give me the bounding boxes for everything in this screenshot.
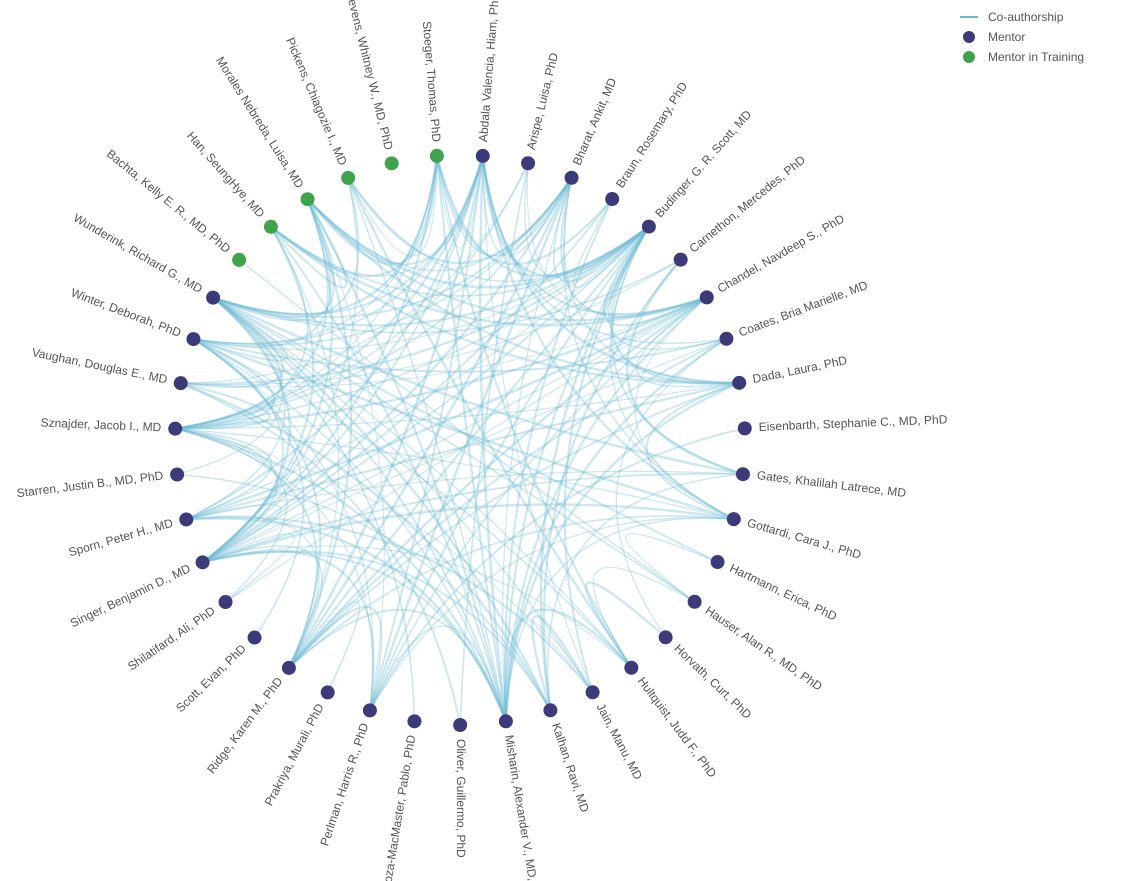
node-mentor[interactable] — [186, 332, 200, 346]
legend-mentor: Mentor — [963, 30, 1025, 44]
node-label: Oliver, Guillermo, PhD — [454, 739, 468, 858]
node-mentor[interactable] — [727, 512, 741, 526]
node-mentor[interactable] — [674, 253, 688, 267]
coauthorship-edge — [647, 383, 740, 519]
node-label: Sznajder, Jacob I., MD — [40, 416, 162, 435]
node-mentor[interactable] — [282, 661, 296, 675]
node-mentor[interactable] — [196, 555, 210, 569]
node-label: Gates, Khalilah Latrece, MD — [756, 468, 907, 500]
node-label: Pickens, Chiagozie I., MD — [283, 36, 350, 168]
node-mentor[interactable] — [499, 714, 513, 728]
node-mentor[interactable] — [168, 422, 182, 436]
node-label: Chandel, Navdeep S., PhD — [715, 211, 847, 295]
node-label: Bharat, Ankit, MD — [570, 76, 620, 168]
node-mentor[interactable] — [605, 192, 619, 206]
node-label: Han, SeungHye, MD — [184, 129, 268, 221]
node-label: Arispe, Luisa, PhD — [524, 51, 561, 151]
node-mentor[interactable] — [700, 290, 714, 304]
node-mentor[interactable] — [521, 156, 535, 170]
node-label: Ridge, Karen M., PhD — [204, 674, 285, 776]
node-trainee[interactable] — [430, 149, 444, 163]
node-mentor[interactable] — [732, 376, 746, 390]
node-label: Braun, Rosemary, PhD — [613, 79, 690, 190]
node-mentor[interactable] — [688, 595, 702, 609]
node-mentor[interactable] — [170, 468, 184, 482]
node-mentor[interactable] — [321, 685, 335, 699]
node-mentor[interactable] — [586, 685, 600, 699]
node-label: Scott, Evan, PhD — [173, 641, 249, 715]
node-label: Starren, Justin B., MD, PhD — [16, 468, 164, 500]
node-mentor[interactable] — [711, 555, 725, 569]
node-mentor[interactable] — [453, 718, 467, 732]
node-trainee[interactable] — [264, 220, 278, 234]
node-label: Stoeger, Thomas, PhD — [420, 21, 444, 143]
coauthorship-network: Abdala Valencia, Hiam, PhD Arispe, Luisa,… — [0, 0, 1126, 881]
node-label: Eisenbarth, Stephanie C., MD, PhD — [758, 412, 948, 434]
node-label: Kalhan, Ravi, MD — [549, 721, 592, 814]
node-mentor[interactable] — [476, 149, 490, 163]
legend-edge-label: Co-authorship — [988, 10, 1064, 24]
node-label: Perlman, Harris R., PhD — [317, 721, 371, 848]
node-label: Penaloza-MacMaster, Pablo, PhD — [376, 734, 419, 881]
node-label: Dada, Laura, PhD — [751, 353, 848, 386]
node-mentor[interactable] — [738, 421, 752, 435]
node-mentor[interactable] — [363, 703, 377, 717]
node-label: Singer, Benjamin D., MD — [68, 561, 193, 630]
labels-layer: Abdala Valencia, Hiam, PhD Arispe, Luisa,… — [16, 0, 948, 881]
legend-trainee: Mentor in Training — [963, 50, 1084, 64]
legend-mentor-label: Mentor — [988, 30, 1025, 44]
node-mentor[interactable] — [206, 291, 220, 305]
node-mentor[interactable] — [565, 171, 579, 185]
node-mentor[interactable] — [219, 595, 233, 609]
node-label: Hultquist, Judd F., PhD — [635, 674, 720, 780]
node-label: Sporn, Peter H., MD — [67, 516, 175, 560]
node-label: Vaughan, Douglas E., MD — [31, 345, 169, 386]
coauthorship-edge — [635, 297, 734, 519]
node-mentor[interactable] — [543, 703, 557, 717]
node-mentor[interactable] — [659, 630, 673, 644]
node-mentor[interactable] — [248, 631, 262, 645]
node-label: Shilatifard, Ali, PhD — [125, 603, 218, 673]
legend-trainee-icon — [963, 51, 975, 63]
node-mentor[interactable] — [736, 467, 750, 481]
legend-edge: Co-authorship — [960, 10, 1064, 24]
node-trainee[interactable] — [341, 171, 355, 185]
node-trainee[interactable] — [232, 253, 246, 267]
node-mentor[interactable] — [174, 376, 188, 390]
node-label: Misharin, Alexander V., MD, PhD — [502, 734, 544, 881]
legend-mentor-icon — [963, 31, 975, 43]
node-mentor[interactable] — [179, 512, 193, 526]
legend: Co-authorship Mentor Mentor in Training — [960, 10, 1084, 64]
node-label: Horvath, Curt, PhD — [671, 641, 754, 722]
node-mentor[interactable] — [642, 220, 656, 234]
node-label: Coates, Bria Marielle, MD — [737, 278, 870, 340]
node-label: Abdala Valencia, Hiam, PhD — [476, 0, 502, 142]
node-trainee[interactable] — [301, 192, 315, 206]
coauthorship-edge — [289, 607, 382, 711]
node-label: Jain, Manu, MD — [594, 701, 646, 782]
node-mentor[interactable] — [407, 714, 421, 728]
coauthorship-edge — [586, 583, 666, 668]
node-trainee[interactable] — [385, 156, 399, 170]
node-label: Prakriya, Murali, PhD — [262, 701, 327, 808]
node-label: Stevens, Whitney W., MD, PhD — [342, 0, 395, 152]
legend-trainee-label: Mentor in Training — [988, 50, 1084, 64]
node-label: Hartmann, Erica, PhD — [728, 561, 840, 624]
node-label: Gottardi, Cara J., PhD — [746, 516, 864, 562]
node-mentor[interactable] — [624, 661, 638, 675]
node-label: Winter, Deborah, PhD — [69, 285, 183, 340]
node-mentor[interactable] — [719, 332, 733, 346]
